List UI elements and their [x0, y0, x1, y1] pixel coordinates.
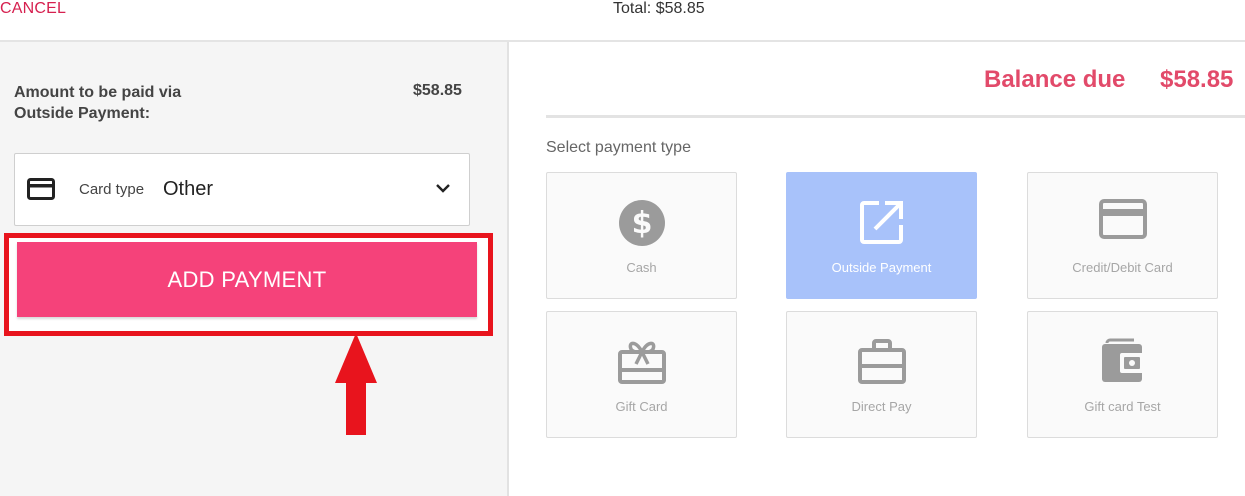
payment-tile-gift-card-test[interactable]: Gift card Test — [1027, 311, 1218, 438]
annotation-arrow-icon — [334, 333, 378, 442]
order-total: Total: $58.85 — [613, 0, 705, 17]
dollar-circle-icon: $ — [618, 199, 666, 252]
tile-label: Gift Card — [615, 399, 668, 414]
annotation-highlight-box: ADD PAYMENT — [4, 233, 493, 336]
payment-tile-outside-payment[interactable]: Outside Payment — [786, 172, 977, 299]
top-bar: CANCEL Total: $58.85 — [0, 0, 1245, 42]
amount-label: Amount to be paid via Outside Payment: — [14, 82, 234, 124]
credit-card-icon — [1098, 199, 1147, 244]
tile-label: Credit/Debit Card — [1072, 260, 1173, 275]
payment-tile-credit-debit-card[interactable]: Credit/Debit Card — [1027, 172, 1218, 299]
balance-due-label: Balance due — [984, 66, 1126, 93]
card-type-value: Other — [163, 178, 214, 200]
briefcase-icon — [857, 338, 906, 389]
card-type-select[interactable]: Card type Other — [14, 153, 470, 226]
card-type-label: Card type — [79, 181, 145, 198]
cancel-button[interactable]: CANCEL — [0, 0, 66, 18]
payment-entry-panel: Amount to be paid via Outside Payment: $… — [0, 42, 509, 496]
amount-value: $58.85 — [413, 82, 462, 99]
payment-tile-cash[interactable]: $ Cash — [546, 172, 737, 299]
amount-label-line1: Amount to be paid via — [14, 84, 182, 101]
tile-label: Direct Pay — [851, 399, 912, 414]
chevron-down-icon — [435, 181, 451, 199]
payment-tile-gift-card[interactable]: Gift Card — [546, 311, 737, 438]
payment-tile-direct-pay[interactable]: Direct Pay — [786, 311, 977, 438]
wallet-icon — [1100, 338, 1146, 389]
external-link-icon — [859, 199, 905, 250]
tile-label: Cash — [626, 260, 657, 275]
tile-label: Outside Payment — [831, 260, 932, 275]
add-payment-button[interactable]: ADD PAYMENT — [17, 242, 477, 317]
svg-text:$: $ — [631, 206, 652, 241]
payment-type-panel: Balance due $58.85 Select payment type $… — [509, 42, 1245, 496]
gift-card-icon — [617, 338, 666, 389]
tile-label: Gift card Test — [1084, 399, 1161, 414]
credit-card-icon — [27, 178, 55, 205]
select-payment-type-label: Select payment type — [546, 139, 691, 156]
balance-due-value: $58.85 — [1160, 66, 1234, 93]
divider — [546, 115, 1245, 118]
amount-label-line2: Outside Payment: — [14, 105, 151, 122]
